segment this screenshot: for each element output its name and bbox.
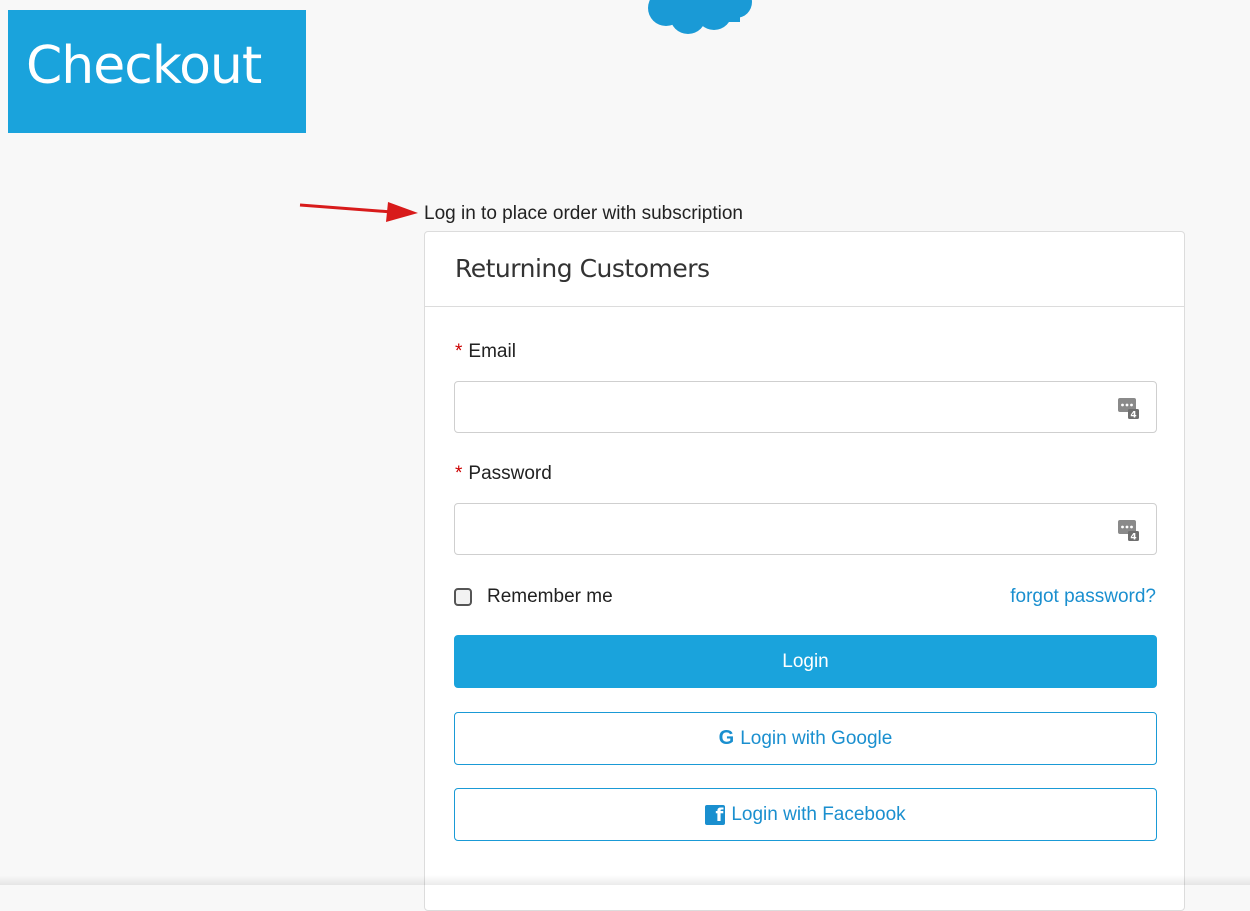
- card-title: Returning Customers: [455, 254, 710, 283]
- email-field-wrapper: 4: [454, 381, 1157, 434]
- remember-me-label[interactable]: Remember me: [487, 586, 613, 608]
- login-button[interactable]: Login: [454, 635, 1157, 688]
- svg-text:4: 4: [1130, 411, 1136, 421]
- page-title: Checkout: [26, 36, 262, 96]
- forgot-password-link[interactable]: forgot password?: [1010, 586, 1156, 608]
- login-with-facebook-button[interactable]: f Login with Facebook: [454, 788, 1157, 841]
- google-button-label: Login with Google: [740, 727, 893, 749]
- keychain-icon[interactable]: 4: [1118, 396, 1140, 420]
- facebook-icon: f: [705, 804, 726, 825]
- login-card: Returning Customers * Email 4 * Password 4: [424, 231, 1185, 911]
- password-field[interactable]: [467, 504, 1111, 556]
- keychain-icon[interactable]: 4: [1118, 518, 1140, 542]
- bottom-shadow: [0, 875, 1250, 885]
- cloud-logo-icon: [648, 0, 752, 34]
- email-field[interactable]: [467, 382, 1111, 434]
- password-label: * Password: [455, 463, 552, 485]
- red-arrow-icon: [299, 202, 418, 222]
- password-field-wrapper: 4: [454, 503, 1157, 556]
- checkout-banner: Checkout: [8, 10, 306, 133]
- required-mark: *: [455, 463, 463, 484]
- remember-me-checkbox[interactable]: [454, 588, 472, 606]
- facebook-button-label: Login with Facebook: [731, 803, 906, 825]
- svg-text:4: 4: [1130, 533, 1136, 543]
- remember-me-option[interactable]: Remember me: [454, 586, 613, 608]
- card-header: Returning Customers: [425, 232, 1184, 307]
- password-label-text: Password: [468, 463, 552, 484]
- email-label-text: Email: [468, 341, 516, 362]
- subscription-login-note: Log in to place order with subscription: [424, 203, 743, 224]
- email-label: * Email: [455, 341, 516, 363]
- login-with-google-button[interactable]: G Login with Google: [454, 712, 1157, 765]
- required-mark: *: [455, 341, 463, 362]
- google-icon: G: [718, 727, 735, 749]
